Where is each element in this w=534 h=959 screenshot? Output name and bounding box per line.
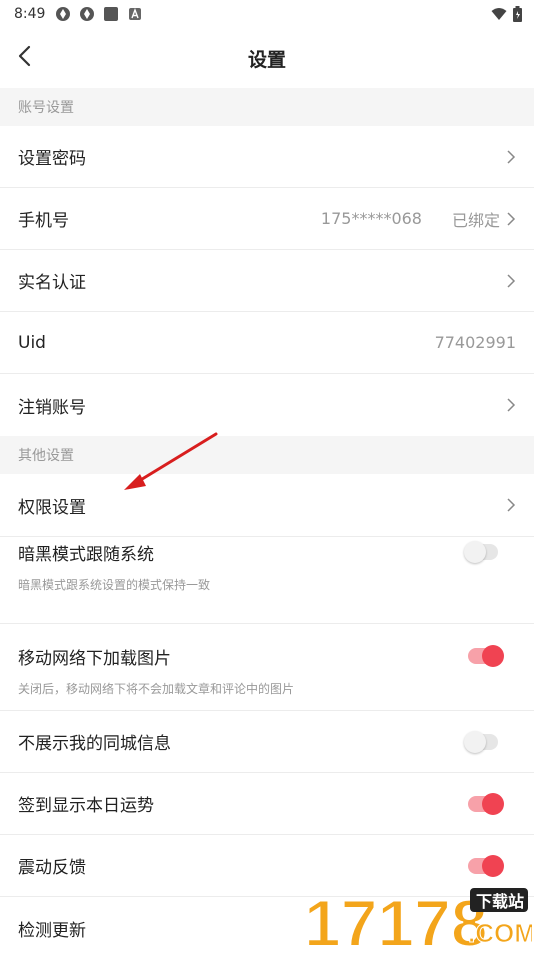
back-arrow-icon[interactable] [12,42,40,70]
chevron-right-icon [507,398,516,412]
chevron-right-icon [507,211,516,226]
row-description: 关闭后，移动网络下将不会加载文章和评论中的图片 [18,682,295,696]
toggle-knob [482,645,504,667]
app-notification-icon [56,7,71,21]
settings-row-permissions[interactable]: 权限设置 [0,474,534,537]
settings-row-cancel-account[interactable]: 注销账号 [0,374,534,436]
row-label: 注销账号 [18,397,86,418]
settings-row-set-password[interactable]: 设置密码 [0,126,534,188]
settings-row-hide-local-info: 不展示我的同城信息 [0,711,534,773]
toggle-knob [464,731,486,753]
row-label: 不展示我的同城信息 [18,734,171,754]
uid-value: 77402991 [434,333,516,352]
row-label: Uid [18,332,46,353]
row-description: 暗黑模式跟系统设置的模式保持一致 [18,578,211,592]
hide-local-info-toggle[interactable] [464,731,498,753]
status-time: 8:49 [14,6,46,22]
dark-mode-toggle[interactable] [464,541,498,563]
section-header-account: 账号设置 [0,88,534,126]
vibration-toggle[interactable] [468,855,504,877]
row-label: 设置密码 [18,149,86,169]
settings-row-phone[interactable]: 手机号 175*****068 已绑定 [0,188,534,250]
navigation-bar: 设置 [0,28,534,88]
a-notification-icon [129,8,142,20]
row-label: 手机号 [18,211,69,231]
chevron-right-icon [507,498,516,512]
settings-row-dark-mode: 暗黑模式跟随系统 暗黑模式跟系统设置的模式保持一致 [0,536,534,624]
row-label: 权限设置 [18,497,86,518]
square-notification-icon [104,7,119,21]
settings-row-real-name[interactable]: 实名认证 [0,250,534,312]
mobile-images-toggle[interactable] [468,645,504,667]
app-notification-icon [80,7,95,21]
bind-status: 已绑定 [451,210,500,230]
phone-number-value: 175*****068 [320,209,422,228]
watermark-tag: 下载站 [476,892,524,911]
chevron-right-icon [507,149,516,164]
toggle-knob [464,541,486,563]
settings-row-mobile-images: 移动网络下加载图片 关闭后，移动网络下将不会加载文章和评论中的图片 [0,624,534,711]
battery-icon [513,6,522,22]
watermark-domain: .COM [468,918,532,948]
toggle-knob [482,793,504,815]
chevron-right-icon [507,273,516,288]
watermark-brand: 17178 [304,886,488,950]
annotation-arrow [124,432,218,490]
row-label: 震动反馈 [18,858,86,878]
section-header-other: 其他设置 [0,436,534,474]
site-watermark-logo: 17178 下载站 .COM [303,885,532,950]
checkin-fortune-toggle[interactable] [468,793,504,815]
toggle-knob [482,855,504,877]
row-label: 签到显示本日运势 [18,796,154,816]
settings-row-uid: Uid 77402991 [0,312,534,374]
row-label: 实名认证 [18,273,86,293]
settings-row-checkin-fortune: 签到显示本日运势 [0,773,534,835]
status-bar: 8:49 [0,0,534,28]
row-label: 移动网络下加载图片 [18,649,171,669]
page-title: 设置 [247,48,286,71]
wifi-icon [491,8,507,20]
row-label: 暗黑模式跟随系统 [18,545,154,565]
